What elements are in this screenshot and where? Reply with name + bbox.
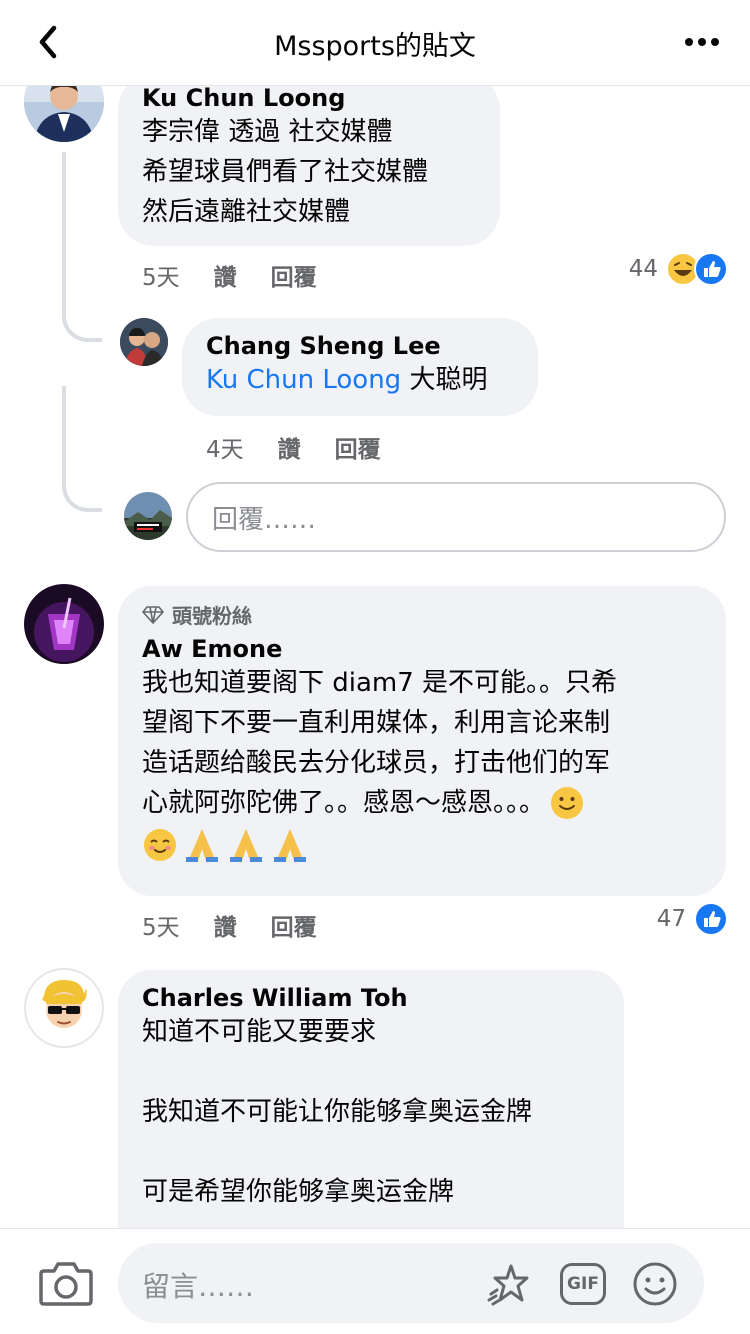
emoji-button[interactable]: [630, 1259, 680, 1309]
gif-icon: GIF: [560, 1263, 606, 1305]
comment-actions: 5天 讚 回覆: [142, 908, 317, 942]
sticker-star-icon: [487, 1264, 529, 1306]
reaction-count: 44: [628, 256, 658, 282]
comment-bubble[interactable]: Charles William Toh 知道不可能又要要求 我知道不可能让你能够…: [118, 970, 624, 1228]
reply-input-placeholder: 回覆……: [212, 504, 317, 535]
comment-author[interactable]: Aw Emone: [142, 635, 702, 663]
more-options-button[interactable]: [680, 22, 724, 62]
reply-actions: 4天 讚 回覆: [206, 430, 381, 464]
comment-bubble[interactable]: 頭號粉絲 Aw Emone 我也知道要阁下 diam7 是不可能。。只希 望阁下…: [118, 586, 726, 896]
reply-text: Ku Chun Loong 大聪明: [206, 360, 514, 400]
more-dots-icon: [685, 38, 719, 46]
like-button[interactable]: 讚: [214, 908, 237, 942]
reply-bubble[interactable]: Chang Sheng Lee Ku Chun Loong 大聪明: [182, 318, 538, 416]
comment-composer: 留言…… GIF: [0, 1228, 750, 1334]
slight-smile-emoji-icon: [551, 787, 584, 819]
reaction-summary[interactable]: 44: [629, 252, 728, 286]
comment-line: 知道不可能又要要求: [142, 1017, 377, 1047]
reply-author[interactable]: Chang Sheng Lee: [206, 332, 514, 360]
page-title: Mssports的貼文: [274, 31, 476, 62]
comment-line-text: 心就阿弥陀佛了。。感恩～感恩。。。: [142, 788, 546, 818]
emoji-row: [142, 827, 702, 863]
reply-button[interactable]: 回覆: [271, 258, 317, 292]
top-fan-badge: 頭號粉絲: [142, 600, 702, 629]
reply-button[interactable]: 回覆: [271, 908, 317, 942]
comment-line: 可是希望你能够拿奥运金牌: [142, 1177, 455, 1207]
reaction-summary[interactable]: 47: [657, 902, 728, 936]
like-reaction-icon: [694, 902, 728, 936]
comment-input-field[interactable]: 留言…… GIF: [118, 1243, 704, 1323]
comment-line: 希望球員們看了社交媒體: [142, 157, 429, 187]
avatar[interactable]: [120, 318, 168, 366]
comment-line: 造话题给酸民去分化球员，打击他们的军: [142, 748, 611, 778]
sticker-button[interactable]: [484, 1259, 534, 1309]
comment-timestamp: 5天: [142, 915, 180, 941]
avatar[interactable]: [24, 86, 104, 142]
thread-connector: [62, 386, 102, 512]
avatar[interactable]: [24, 968, 104, 1048]
person-avatar-icon: [120, 318, 168, 366]
top-fan-label: 頭號粉絲: [172, 604, 252, 628]
reply-button[interactable]: 回覆: [335, 430, 381, 464]
comment-input-placeholder: 留言……: [142, 1270, 255, 1303]
like-button[interactable]: 讚: [278, 430, 301, 464]
person-avatar-icon: [24, 584, 104, 664]
diamond-icon: [142, 605, 164, 624]
comments-list: Ku Chun Loong 李宗偉 透過 社交媒體 希望球員們看了社交媒體 然后…: [0, 86, 750, 1228]
comment-bubble[interactable]: Ku Chun Loong 李宗偉 透過 社交媒體 希望球員們看了社交媒體 然后…: [118, 86, 500, 246]
like-reaction-icon: [694, 252, 728, 286]
comment-line: 李宗偉 透過 社交媒體: [142, 117, 393, 147]
comment-line: 我也知道要阁下 diam7 是不可能。。只希: [142, 668, 618, 698]
comment-line: 心就阿弥陀佛了。。感恩～感恩。。。: [142, 783, 702, 823]
gif-button[interactable]: GIF: [558, 1259, 608, 1309]
comment-author[interactable]: Ku Chun Loong: [142, 86, 476, 112]
reply-timestamp: 4天: [206, 437, 244, 463]
gif-label: GIF: [567, 1274, 599, 1294]
comment-line: 我知道不可能让你能够拿奥运金牌: [142, 1097, 533, 1127]
comment-line: [142, 1132, 600, 1172]
avatar[interactable]: [24, 584, 104, 664]
comment-line: 望阁下不要一直利用媒体，利用言论来制: [142, 708, 611, 738]
current-user-avatar: [124, 492, 172, 540]
reply-message: 大聪明: [401, 365, 488, 395]
comment-line: [142, 1052, 600, 1092]
person-avatar-icon: [24, 86, 104, 142]
comment-line: 然后遠離社交媒體: [142, 197, 351, 227]
camera-icon: [39, 1262, 93, 1306]
like-button[interactable]: 讚: [214, 258, 237, 292]
folded-hands-emoji-icon: [230, 829, 262, 862]
camera-button[interactable]: [38, 1257, 94, 1307]
blush-emoji-icon: [144, 829, 176, 861]
mention-link[interactable]: Ku Chun Loong: [206, 365, 401, 395]
folded-hands-emoji-icon: [274, 829, 306, 862]
reply-input-field[interactable]: 回覆……: [186, 482, 726, 552]
person-avatar-icon: [26, 970, 102, 1046]
comment-author[interactable]: Charles William Toh: [142, 984, 600, 1012]
user-avatar-icon: [124, 492, 172, 540]
comment-actions: 5天 讚 回覆: [142, 258, 317, 292]
smiley-icon: [633, 1262, 677, 1306]
thread-connector: [62, 236, 102, 342]
reaction-count: 47: [656, 906, 686, 932]
header-bar: Mssports的貼文: [0, 0, 750, 86]
folded-hands-emoji-icon: [186, 829, 218, 862]
comment-timestamp: 5天: [142, 265, 180, 291]
